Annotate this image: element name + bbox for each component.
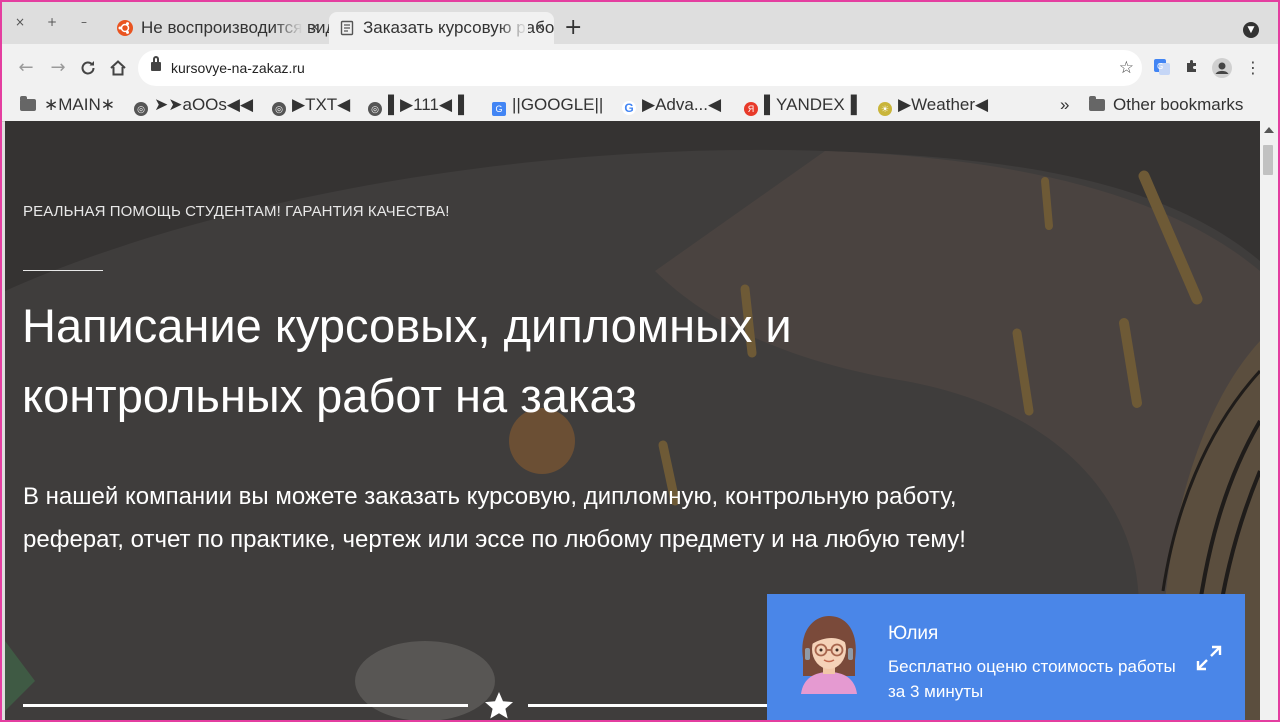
tab-order-coursework[interactable]: Заказать курсовую работу × <box>329 12 554 44</box>
globe-icon: ◎ <box>368 102 382 116</box>
page-scrollbar[interactable] <box>1260 121 1278 720</box>
url-text: kursovye-na-zakaz.ru <box>171 60 305 76</box>
tab-search-chevron-icon[interactable]: ▼ <box>1243 22 1259 38</box>
bookmark-adva[interactable]: G ▶Adva...◀ <box>622 92 721 120</box>
eyebrow-divider <box>23 270 103 271</box>
consultant-avatar <box>801 616 857 694</box>
hero-rule-left <box>23 704 468 707</box>
bookmark-other[interactable]: Other bookmarks <box>1089 92 1243 120</box>
chat-widget[interactable]: Юлия Бесплатно оценю стоимость работы за… <box>767 594 1245 720</box>
bookmark-label: ▶Adva...◀ <box>642 95 722 114</box>
globe-icon: ◎ <box>134 102 148 116</box>
chat-message: Бесплатно оценю стоимость работы за 3 ми… <box>888 657 1176 701</box>
back-arrow-icon[interactable]: ← <box>14 56 38 80</box>
tab-fade <box>498 12 528 44</box>
bookmark-label: ||GOOGLE|| <box>512 95 604 114</box>
google-translate-extension-icon[interactable]: G <box>1152 58 1172 78</box>
bookmark-label: ▶Weather◀ <box>898 95 989 114</box>
bookmark-yandex[interactable]: Я ▌YANDEX▐ <box>744 92 857 120</box>
maximize-window-button[interactable]: + <box>44 14 60 30</box>
tab-strip: × + – Не воспроизводится видео × Заказат… <box>2 2 1278 44</box>
bookmark-label: ▌▶111◀▐ <box>388 95 465 114</box>
tab-fade <box>273 12 303 44</box>
bookmarks-bar: ∗MAIN∗ ◎ ➤➤aOOs◀◀ ◎ ▶TXT◀ ◎ ▌▶111◀▐ G ||GOOG… <box>2 92 1278 122</box>
scroll-up-arrow-icon[interactable] <box>1264 127 1274 133</box>
close-tab-icon[interactable]: × <box>310 12 319 44</box>
hero-rule-right <box>528 704 768 707</box>
bookmark-label: ▶TXT◀ <box>292 95 351 114</box>
hero-eyebrow: РЕАЛЬНАЯ ПОМОЩЬ СТУДЕНТАМ! ГАРАНТИЯ КАЧЕ… <box>23 203 450 220</box>
minimize-window-button[interactable]: – <box>76 14 92 30</box>
home-icon[interactable] <box>106 56 130 80</box>
close-window-button[interactable]: × <box>12 14 28 30</box>
bookmark-label: Other bookmarks <box>1113 95 1244 114</box>
bookmarks-overflow-chevron-icon[interactable]: » <box>1060 92 1069 120</box>
bookmark-aoos[interactable]: ◎ ➤➤aOOs◀◀ <box>134 92 253 120</box>
chat-agent-name: Юлия <box>888 623 939 644</box>
toolbar: ← → kursovye-na-zakaz.ru ☆ G ⋮ <box>2 44 1278 92</box>
bookmark-weather[interactable]: ☀ ▶Weather◀ <box>878 92 988 120</box>
scroll-thumb[interactable] <box>1263 145 1273 175</box>
star-icon <box>485 692 513 719</box>
bookmark-star-icon[interactable]: ☆ <box>1119 56 1134 80</box>
google-icon: G <box>622 101 636 115</box>
address-bar[interactable]: kursovye-na-zakaz.ru ☆ <box>138 50 1142 86</box>
weather-icon: ☀ <box>878 102 892 116</box>
tab-video-issue[interactable]: Не воспроизводится видео × <box>107 12 329 44</box>
extensions-puzzle-icon[interactable] <box>1182 58 1202 78</box>
bookmark-google[interactable]: G ||GOOGLE|| <box>492 92 603 120</box>
folder-icon <box>1089 96 1105 111</box>
bookmark-main[interactable]: ∗MAIN∗ <box>20 92 115 120</box>
bookmark-label: ▌YANDEX▐ <box>764 95 857 114</box>
browser-window: × + – Не воспроизводится видео × Заказат… <box>2 2 1278 720</box>
close-tab-icon[interactable]: × <box>535 12 544 44</box>
svg-text:G: G <box>1157 62 1163 71</box>
document-icon <box>340 20 354 36</box>
yandex-icon: Я <box>744 102 758 116</box>
bookmark-111[interactable]: ◎ ▌▶111◀▐ <box>368 92 464 120</box>
expand-icon[interactable] <box>1195 644 1223 672</box>
lock-icon[interactable] <box>151 56 161 71</box>
google-translate-icon: G <box>492 102 506 116</box>
bookmark-label: ➤➤aOOs◀◀ <box>154 95 254 114</box>
folder-icon <box>20 96 36 111</box>
bookmark-label: ∗MAIN∗ <box>44 95 115 114</box>
forward-arrow-icon[interactable]: → <box>46 56 70 80</box>
page-title: Написание курсовых, дипломных и контроль… <box>22 299 792 422</box>
reload-icon[interactable] <box>76 56 100 80</box>
new-tab-button[interactable]: + <box>564 16 582 40</box>
bookmark-txt[interactable]: ◎ ▶TXT◀ <box>272 92 350 120</box>
profile-avatar-icon[interactable] <box>1212 58 1232 78</box>
chrome-menu-icon[interactable]: ⋮ <box>1243 58 1263 78</box>
hero-lead: В нашей компании вы можете заказать курс… <box>23 483 966 553</box>
ubuntu-icon <box>117 20 133 36</box>
globe-icon: ◎ <box>272 102 286 116</box>
